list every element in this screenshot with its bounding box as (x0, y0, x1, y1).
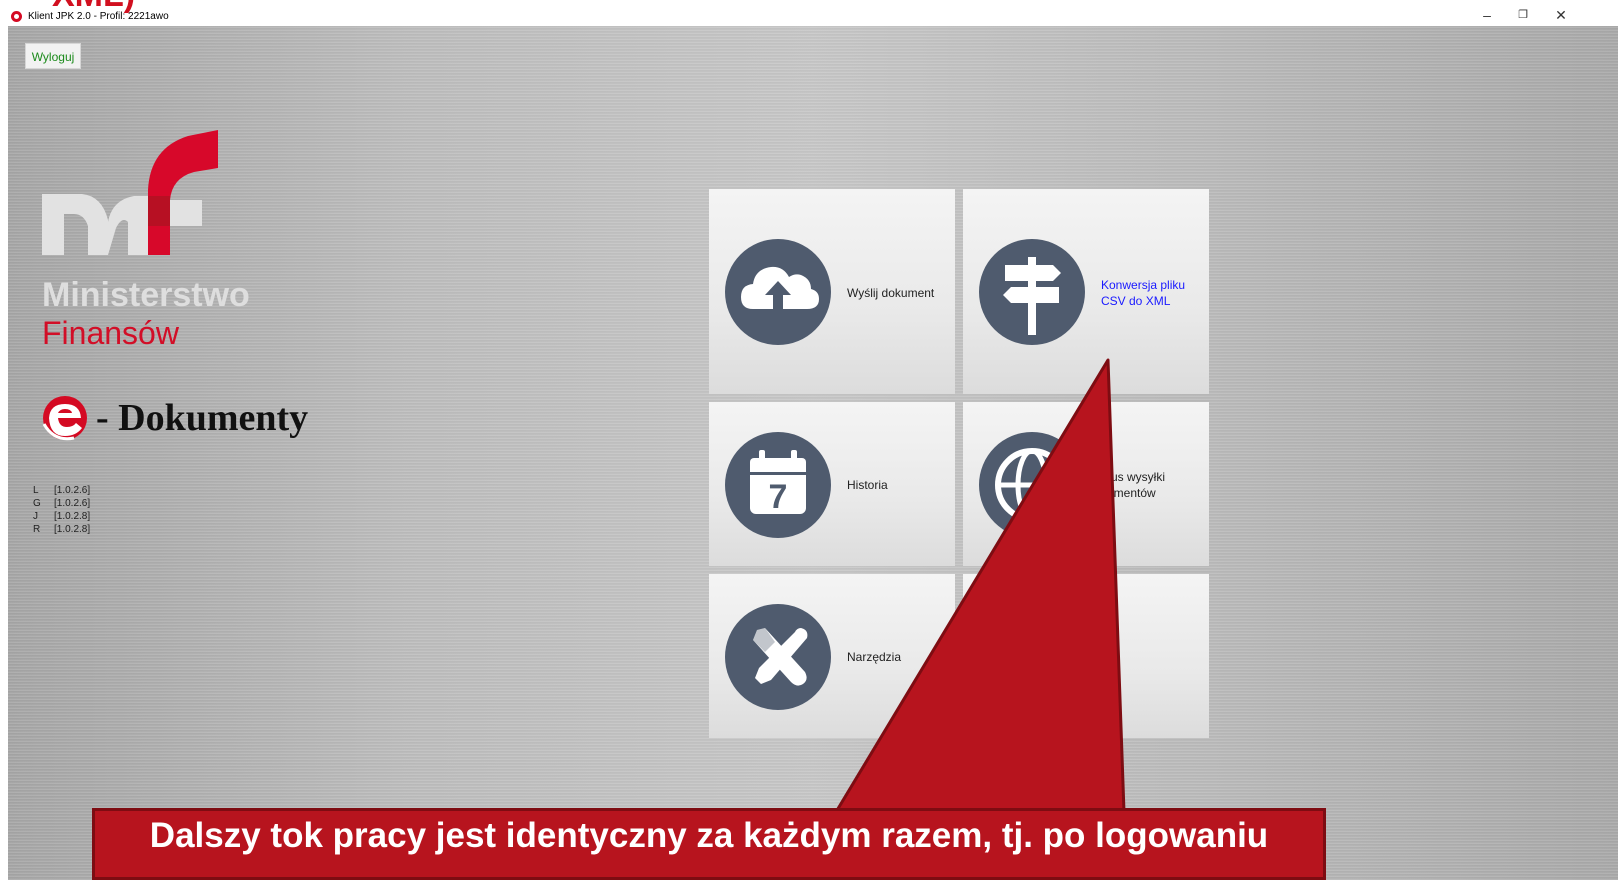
cloud-upload-icon (725, 239, 831, 345)
org-name-line1: Ministerstwo (42, 276, 250, 314)
tile-tools[interactable]: Narzędzia (709, 574, 955, 738)
minimize-button[interactable]: – (1472, 4, 1502, 26)
tutorial-caption: Dalszy tok pracy jest identyczny za każd… (92, 808, 1326, 880)
version-row: J [1.0.2.8] (33, 511, 91, 522)
tile-label: Historia (847, 478, 888, 492)
title-bar: Klient JPK 2.0 - Profil: 2221awo – ❐ ✕ (0, 0, 1618, 26)
e-document-icon (42, 396, 87, 441)
tile-send-document[interactable]: Wyślij dokument (709, 189, 955, 394)
calendar-icon: 7 (725, 432, 831, 538)
version-list: L [1.0.2.6] G [1.0.2.6] J [1.0.2.8] R [1.0.2… (33, 484, 90, 536)
version-row: G [1.0.2.6] (33, 498, 91, 509)
tile-csv-to-xml[interactable]: Konwersja pliku CSV do XML (963, 189, 1209, 394)
logout-button[interactable]: Wyloguj (25, 43, 81, 69)
app-name: - Dokumenty (96, 397, 309, 439)
globe-icon (979, 432, 1085, 538)
app-icon (11, 11, 22, 22)
tile-label: Wyślij dokument (847, 286, 935, 300)
tile-label: Konwersja pliku CSV do XML (1101, 278, 1186, 308)
overlay-heading: XML) (52, 0, 135, 12)
settings-icon (979, 604, 1085, 710)
close-button[interactable]: ✕ (1546, 4, 1576, 26)
tools-icon (725, 604, 831, 710)
calendar-day: 7 (769, 478, 788, 516)
tile-label: cje (1101, 650, 1117, 664)
version-row: R [1.0.2.8] (33, 524, 91, 535)
restore-button[interactable]: ❐ (1508, 4, 1538, 26)
tile-label: atus wysyłki kumentów (1101, 470, 1166, 500)
mf-logo (42, 130, 218, 255)
tile-settings[interactable]: cje (963, 574, 1209, 738)
tile-label: Narzędzia (847, 650, 902, 664)
tile-history[interactable]: 7 Historia (709, 402, 955, 566)
version-row: L [1.0.2.6] (33, 485, 91, 496)
tile-send-status[interactable]: atus wysyłki kumentów (963, 402, 1209, 566)
org-name-line2: Finansów (42, 315, 179, 351)
main-workspace: Wyloguj Ministerstwo Finansów - Dokument… (8, 26, 1618, 880)
signpost-icon (979, 239, 1085, 345)
